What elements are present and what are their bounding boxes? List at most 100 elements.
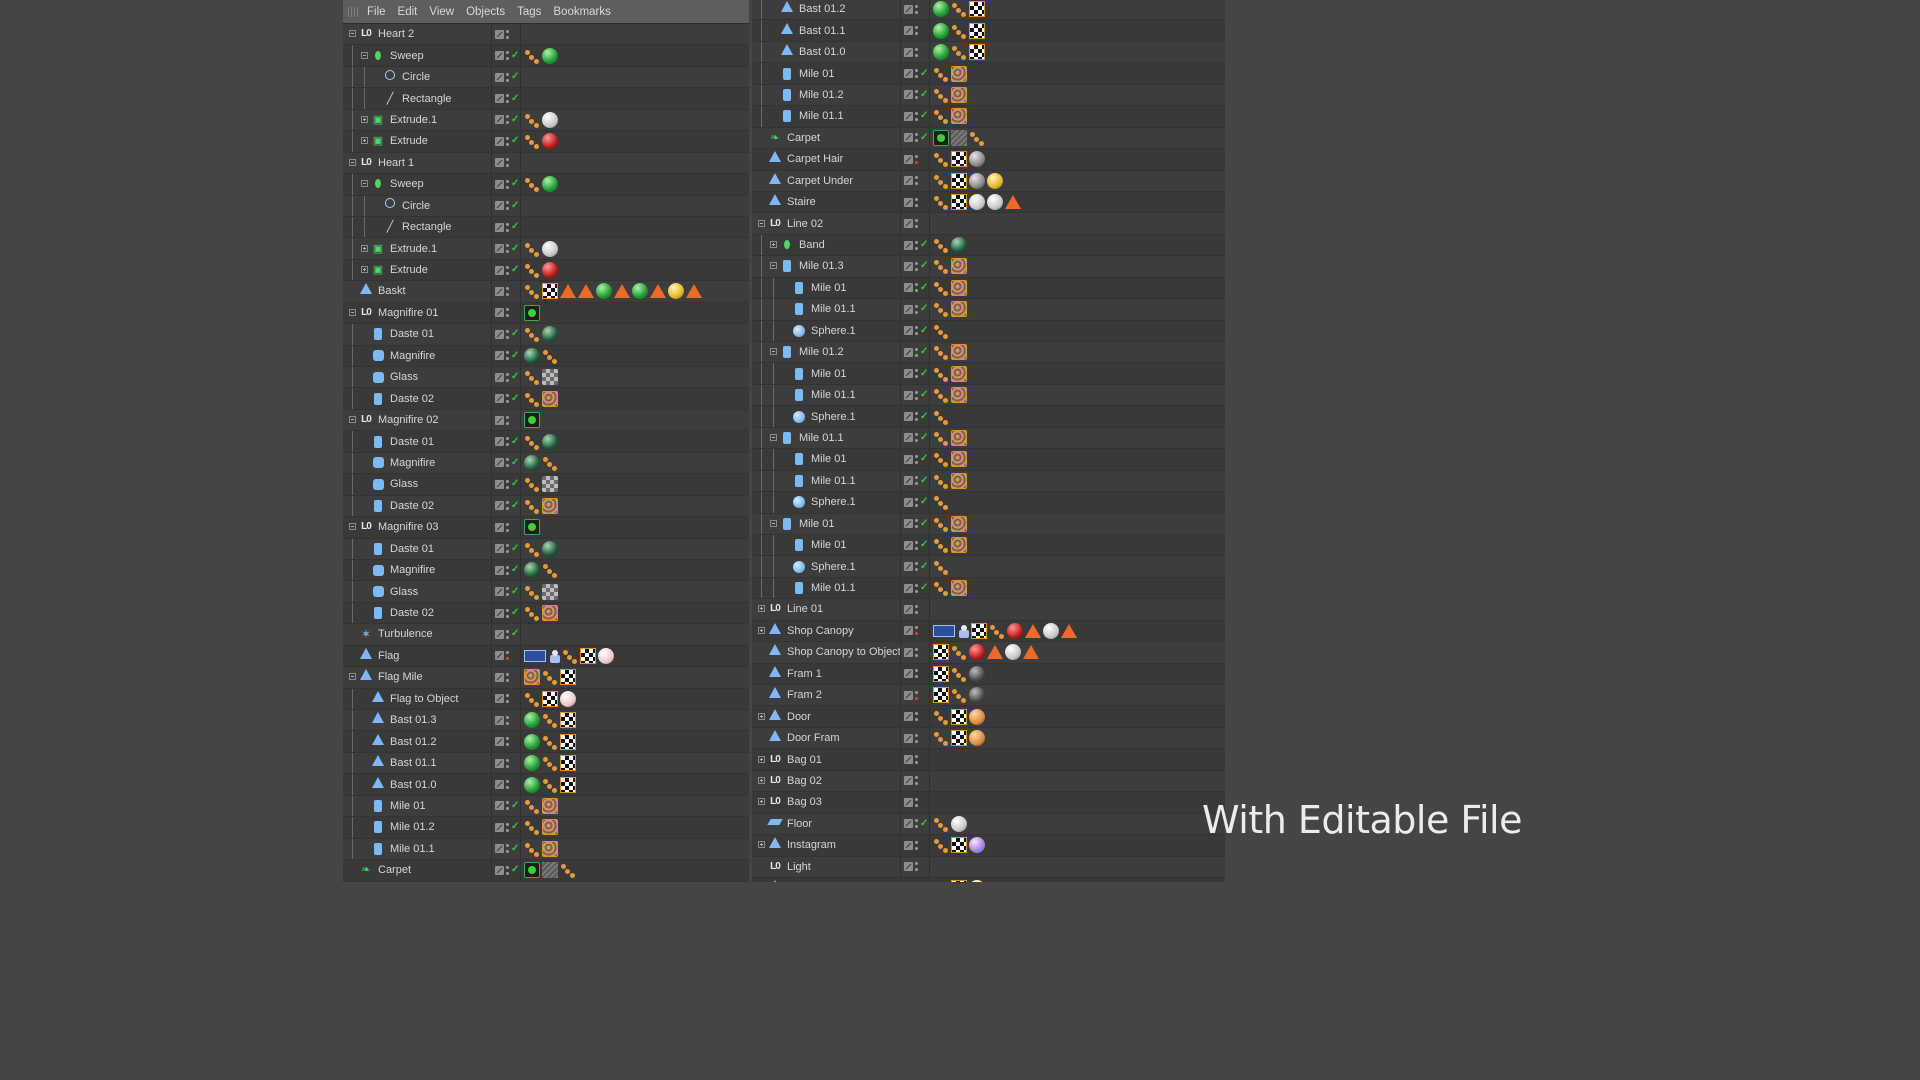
- visibility-dots-icon[interactable]: [915, 133, 918, 143]
- object-tree-cell[interactable]: ╱ Rectangle: [343, 216, 491, 238]
- object-name[interactable]: Glass: [390, 371, 418, 383]
- object-tree-cell[interactable]: L0 Bag 02: [752, 771, 900, 791]
- phong-tag-icon[interactable]: [933, 559, 949, 575]
- phong-tag-icon[interactable]: [933, 880, 949, 882]
- object-row[interactable]: L0 Heart 2: [343, 24, 749, 46]
- object-row[interactable]: L0 Magnifire 01: [343, 302, 749, 325]
- object-tree-cell[interactable]: Bast 01.0: [343, 774, 491, 795]
- object-name[interactable]: Mile 01.1: [811, 303, 856, 315]
- display-tag-icon[interactable]: [524, 304, 540, 321]
- editor-visibility-icon[interactable]: [904, 690, 913, 700]
- object-tree-cell[interactable]: Mile 01: [752, 449, 900, 470]
- selection-tag-icon[interactable]: [614, 284, 630, 299]
- object-name[interactable]: Circle: [402, 71, 430, 83]
- object-name[interactable]: Sweep: [390, 178, 424, 190]
- editor-visibility-icon[interactable]: [495, 308, 504, 318]
- phong-tag-icon[interactable]: [933, 151, 949, 168]
- editor-visibility-icon[interactable]: [495, 94, 504, 104]
- editor-visibility-icon[interactable]: [495, 694, 504, 704]
- editor-visibility-icon[interactable]: [904, 562, 913, 572]
- editor-visibility-icon[interactable]: [495, 286, 504, 296]
- visibility-dots-icon[interactable]: [506, 822, 509, 832]
- object-name[interactable]: Bag 03: [787, 796, 822, 808]
- phong-tag-icon[interactable]: [524, 176, 540, 193]
- dkgreen-material-icon[interactable]: [524, 454, 540, 471]
- visibility-dots-icon[interactable]: [506, 715, 509, 725]
- enabled-check-icon[interactable]: ✓: [920, 390, 928, 400]
- selection-tag-icon[interactable]: [686, 284, 702, 299]
- object-row[interactable]: Mile 01.1 ✓: [752, 384, 1225, 407]
- editor-visibility-icon[interactable]: [495, 244, 504, 254]
- phong-tag-icon[interactable]: [524, 391, 540, 407]
- object-name[interactable]: Mile 01: [811, 282, 846, 294]
- uvw-tag-icon[interactable]: [933, 687, 949, 704]
- phong-tag-icon[interactable]: [542, 455, 558, 471]
- cloth-tag-icon[interactable]: [524, 649, 546, 662]
- object-row[interactable]: ❧ Carpet ✓: [752, 127, 1225, 150]
- editor-visibility-icon[interactable]: [495, 758, 504, 768]
- editor-visibility-icon[interactable]: [495, 72, 504, 82]
- object-tree-cell[interactable]: Mile 01.1: [752, 106, 900, 127]
- glass-material-icon[interactable]: [542, 476, 558, 493]
- object-name[interactable]: Mile 01.2: [390, 821, 435, 833]
- uvw-tag-icon[interactable]: [971, 622, 987, 639]
- visibility-dots-icon[interactable]: [915, 476, 918, 486]
- enabled-check-icon[interactable]: ✓: [511, 200, 519, 211]
- phong-tag-icon[interactable]: [933, 409, 949, 425]
- visibility-dots-icon[interactable]: [915, 733, 918, 743]
- editor-visibility-icon[interactable]: [904, 4, 913, 14]
- phong-tag-icon[interactable]: [524, 498, 540, 514]
- wood-material-icon[interactable]: [542, 497, 558, 514]
- enabled-check-icon[interactable]: ✓: [511, 114, 519, 125]
- uvw-tag-icon[interactable]: [560, 712, 576, 729]
- object-row[interactable]: Daste 02 ✓: [343, 388, 749, 410]
- visibility-dots-icon[interactable]: [506, 865, 509, 875]
- visibility-dots-icon[interactable]: [506, 29, 509, 39]
- object-row[interactable]: Carpet Under: [752, 170, 1225, 192]
- object-name[interactable]: Bag 01: [787, 754, 822, 766]
- object-tree-cell[interactable]: Mile 01.1: [752, 384, 900, 406]
- object-row[interactable]: Mile 01 ✓: [752, 513, 1225, 535]
- object-tree-cell[interactable]: Mile 01: [752, 513, 900, 534]
- object-row[interactable]: Mile 01.1 ✓: [752, 299, 1225, 321]
- object-name[interactable]: Light: [787, 861, 811, 873]
- object-row[interactable]: Fram 1: [752, 663, 1225, 685]
- visibility-dots-icon[interactable]: [506, 286, 509, 296]
- object-row[interactable]: L0 Magnifire 02: [343, 409, 749, 432]
- object-name[interactable]: Line 02: [787, 218, 823, 230]
- visibility-dots-icon[interactable]: [506, 158, 509, 168]
- object-tree-cell[interactable]: Glass: [343, 581, 491, 602]
- visibility-dots-icon[interactable]: [915, 433, 918, 443]
- object-name[interactable]: Staire: [787, 196, 816, 208]
- object-name[interactable]: Sphere.1: [811, 561, 856, 573]
- visibility-dots-icon[interactable]: [915, 111, 918, 121]
- visibility-dots-icon[interactable]: [915, 755, 918, 765]
- editor-visibility-icon[interactable]: [495, 651, 504, 661]
- phong-tag-icon[interactable]: [933, 87, 949, 103]
- editor-visibility-icon[interactable]: [495, 479, 504, 489]
- green-material-icon[interactable]: [632, 283, 648, 300]
- menu-file[interactable]: File: [367, 6, 386, 18]
- object-name[interactable]: Magnifire: [390, 350, 435, 362]
- wood-material-icon[interactable]: [542, 840, 558, 857]
- visibility-dots-icon[interactable]: [506, 694, 509, 704]
- object-name[interactable]: Bast 01.3: [390, 714, 436, 726]
- phong-tag-icon[interactable]: [933, 301, 949, 318]
- uvw-tag-icon[interactable]: [951, 172, 967, 189]
- object-name[interactable]: Carpet: [378, 864, 411, 876]
- visibility-dots-icon[interactable]: [506, 629, 509, 639]
- pink-material-icon[interactable]: [598, 647, 614, 664]
- object-name[interactable]: Sphere.1: [811, 411, 856, 423]
- object-tree-cell[interactable]: Sphere.1: [752, 556, 900, 577]
- phong-tag-icon[interactable]: [933, 173, 949, 189]
- selection-tag-icon[interactable]: [578, 284, 594, 299]
- selection-tag-icon[interactable]: [1023, 645, 1039, 660]
- object-tree-cell[interactable]: Glass: [343, 474, 491, 495]
- visibility-dots-icon[interactable]: [915, 562, 918, 572]
- object-tree-cell[interactable]: Bast 01.2: [343, 731, 491, 752]
- object-name[interactable]: Heart 2: [378, 28, 414, 40]
- object-tree-cell[interactable]: Magnifire: [343, 452, 491, 474]
- dkgreen-material-icon[interactable]: [951, 237, 967, 254]
- editor-visibility-icon[interactable]: [495, 544, 504, 554]
- object-row[interactable]: Mile 01.3 ✓: [752, 256, 1225, 278]
